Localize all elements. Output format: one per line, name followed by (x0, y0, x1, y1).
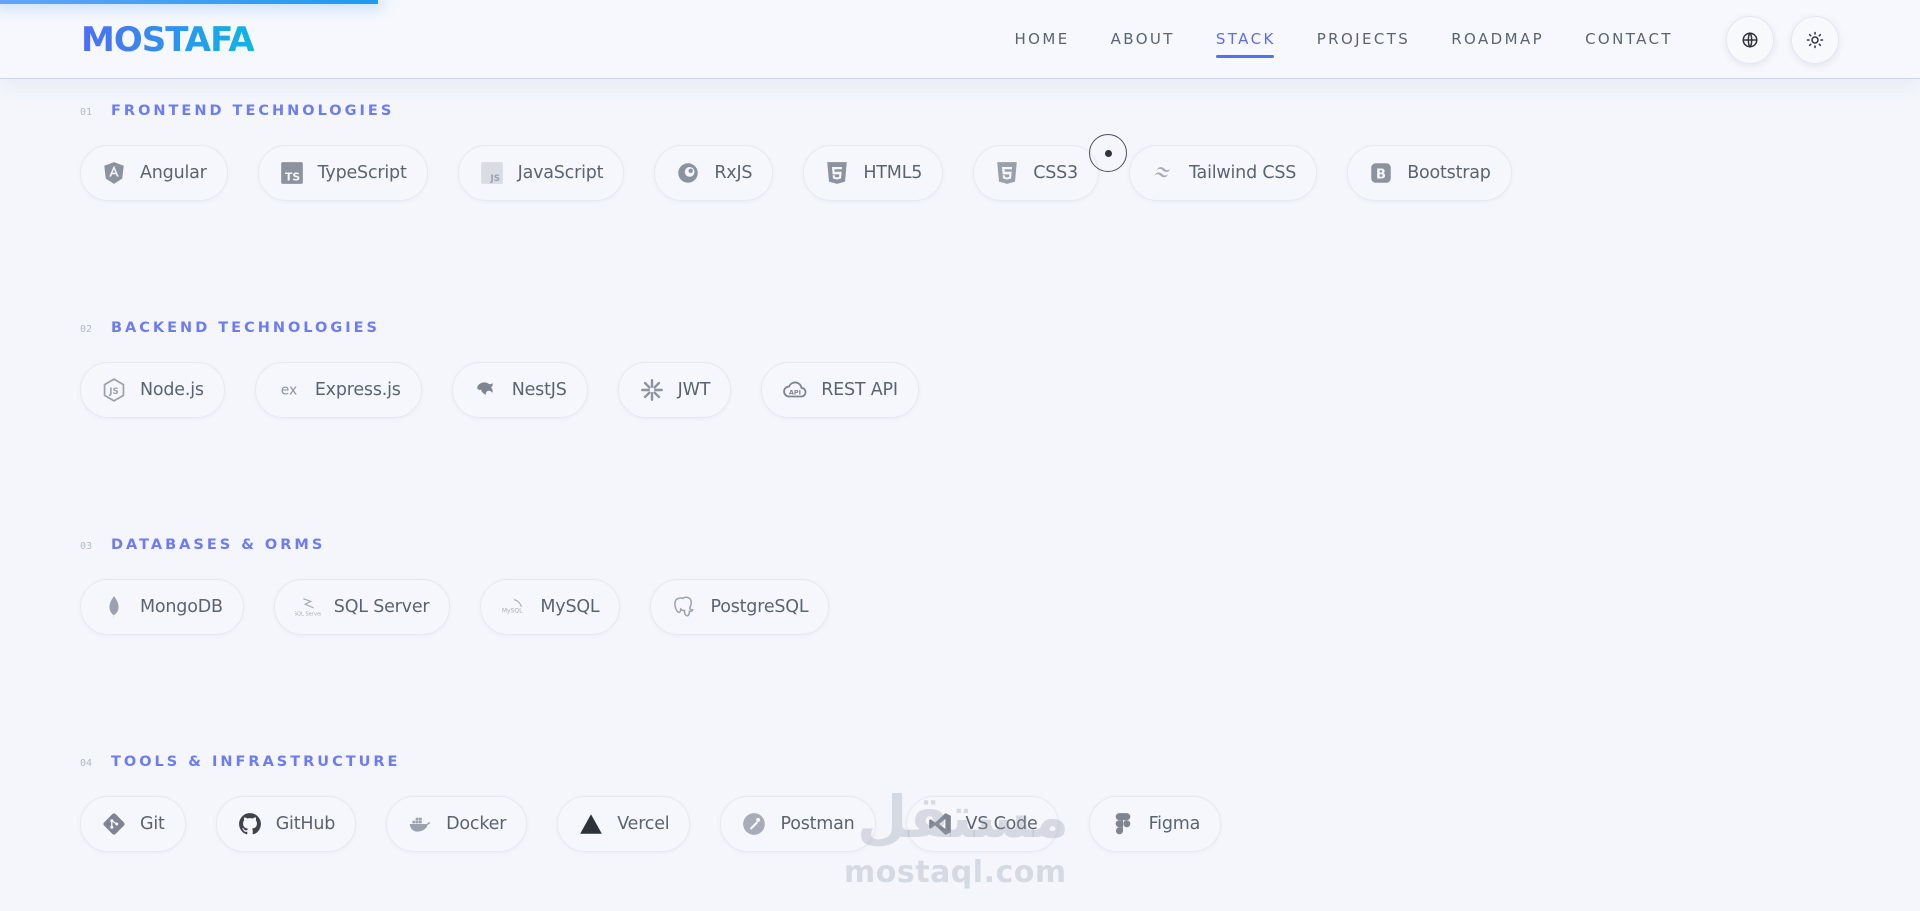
tech-chip-jwt[interactable]: JWT (617, 362, 732, 418)
javascript-icon: JS (478, 159, 506, 187)
typescript-icon: TS (278, 159, 306, 187)
section-title: BACKEND TECHNOLOGIES (111, 320, 381, 336)
section-number: 02 (80, 324, 93, 335)
main-nav: HOME ABOUT STACK PROJECTS ROADMAP CONTAC… (1015, 0, 1674, 78)
mongodb-icon (100, 593, 128, 621)
tech-chip-docker[interactable]: Docker (386, 796, 528, 852)
tech-chip-mysql[interactable]: MySQL MySQL (480, 579, 621, 635)
figma-icon (1109, 810, 1137, 838)
section-number: 01 (80, 107, 93, 118)
nav-roadmap[interactable]: ROADMAP (1451, 30, 1544, 48)
vscode-icon (926, 810, 954, 838)
section-tools: 04 TOOLS & INFRASTRUCTURE Git GitHub Doc… (80, 754, 1222, 852)
nav-stack[interactable]: STACK (1215, 30, 1276, 58)
svg-text:JS: JS (108, 387, 118, 397)
git-icon (100, 810, 128, 838)
svg-text:SQL Server: SQL Server (295, 611, 321, 617)
nav-about[interactable]: ABOUT (1111, 30, 1175, 48)
language-button[interactable] (1726, 16, 1774, 64)
express-icon: ex (275, 376, 303, 404)
section-title: DATABASES & ORMS (111, 537, 326, 553)
css3-icon (993, 159, 1021, 187)
globe-icon (1742, 32, 1758, 48)
section-databases: 03 DATABASES & ORMS MongoDB SQL Server S… (80, 537, 830, 635)
tech-chip-vercel[interactable]: Vercel (557, 796, 691, 852)
jwt-icon (638, 376, 666, 404)
tech-chip-postman[interactable]: Postman (720, 796, 876, 852)
postman-icon (740, 810, 768, 838)
tech-chip-bootstrap[interactable]: B Bootstrap (1347, 145, 1512, 201)
tech-chip-css3[interactable]: CSS3 (973, 145, 1099, 201)
tech-chip-sql-server[interactable]: SQL Server SQL Server (273, 579, 451, 635)
section-frontend: 01 FRONTEND TECHNOLOGIES Angular TS Type… (80, 103, 1512, 201)
tech-list: JS Node.js ex Express.js NestJS JWT API (80, 362, 919, 418)
section-title: TOOLS & INFRASTRUCTURE (111, 754, 401, 770)
site-logo[interactable]: MOSTAFA (81, 20, 255, 60)
bootstrap-icon: B (1367, 159, 1395, 187)
theme-toggle-button[interactable] (1791, 16, 1839, 64)
svg-text:TS: TS (285, 171, 300, 184)
tech-chip-vscode[interactable]: VS Code (905, 796, 1059, 852)
tech-chip-github[interactable]: GitHub (215, 796, 357, 852)
tech-chip-mongodb[interactable]: MongoDB (80, 579, 244, 635)
section-number: 04 (80, 758, 93, 769)
svg-text:ex: ex (281, 383, 298, 399)
section-backend: 02 BACKEND TECHNOLOGIES JS Node.js ex Ex… (80, 320, 919, 418)
tech-chip-javascript[interactable]: JS JavaScript (457, 145, 625, 201)
tech-list: MongoDB SQL Server SQL Server MySQL MySQ… (80, 579, 830, 635)
postgresql-icon (670, 593, 698, 621)
tech-chip-nodejs[interactable]: JS Node.js (80, 362, 225, 418)
tech-chip-nestjs[interactable]: NestJS (451, 362, 588, 418)
tech-chip-rxjs[interactable]: RxJS (654, 145, 774, 201)
nodejs-icon: JS (100, 376, 128, 404)
tech-chip-express[interactable]: ex Express.js (254, 362, 422, 418)
section-number: 03 (80, 541, 93, 552)
nestjs-icon (472, 376, 500, 404)
nav-home[interactable]: HOME (1015, 30, 1070, 48)
tailwind-icon (1149, 159, 1177, 187)
nav-projects[interactable]: PROJECTS (1317, 30, 1411, 48)
tech-chip-typescript[interactable]: TS TypeScript (257, 145, 428, 201)
scroll-progress-bar (0, 0, 378, 4)
rxjs-icon (674, 159, 702, 187)
tech-chip-git[interactable]: Git (80, 796, 186, 852)
svg-text:API: API (789, 388, 801, 396)
custom-cursor (1089, 134, 1127, 172)
tech-chip-postgresql[interactable]: PostgreSQL (650, 579, 830, 635)
tech-chip-html5[interactable]: HTML5 (803, 145, 944, 201)
svg-text:B: B (1376, 167, 1386, 182)
tech-list: Git GitHub Docker Vercel Postman VS Code… (80, 796, 1222, 852)
angular-icon (100, 159, 128, 187)
tech-chip-tailwind[interactable]: Tailwind CSS (1128, 145, 1318, 201)
sun-icon (1806, 31, 1824, 49)
nav-contact[interactable]: CONTACT (1585, 30, 1673, 48)
rest-api-icon: API (781, 376, 809, 404)
watermark-text: mostaql.com (844, 855, 1067, 890)
tech-chip-figma[interactable]: Figma (1088, 796, 1222, 852)
section-title: FRONTEND TECHNOLOGIES (111, 103, 395, 119)
tech-list: Angular TS TypeScript JS JavaScript RxJS… (80, 145, 1512, 201)
svg-text:JS: JS (489, 174, 499, 184)
vercel-icon (577, 810, 605, 838)
tech-chip-rest-api[interactable]: API REST API (761, 362, 919, 418)
github-icon (236, 810, 264, 838)
tech-chip-angular[interactable]: Angular (80, 145, 228, 201)
svg-text:MySQL: MySQL (502, 608, 523, 615)
html5-icon (823, 159, 851, 187)
docker-icon (406, 810, 434, 838)
site-header: MOSTAFA HOME ABOUT STACK PROJECTS ROADMA… (0, 0, 1920, 79)
sql-server-icon: SQL Server (294, 593, 322, 621)
mysql-icon: MySQL (500, 593, 528, 621)
